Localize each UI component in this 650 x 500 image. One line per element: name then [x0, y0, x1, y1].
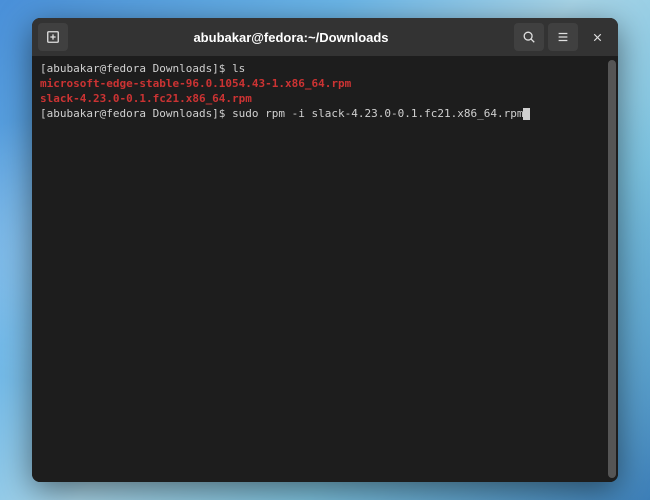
new-tab-button[interactable] — [38, 23, 68, 51]
close-button[interactable] — [582, 23, 612, 51]
search-button[interactable] — [514, 23, 544, 51]
command-text: sudo rpm -i slack-4.23.0-0.1.fc21.x86_64… — [232, 107, 523, 120]
command-text: ls — [232, 62, 245, 75]
menu-button[interactable] — [548, 23, 578, 51]
terminal-line: slack-4.23.0-0.1.fc21.x86_64.rpm — [40, 92, 610, 107]
cursor — [523, 108, 530, 120]
new-tab-icon — [46, 30, 60, 44]
shell-prompt: [abubakar@fedora Downloads]$ — [40, 62, 232, 75]
hamburger-icon — [556, 30, 570, 44]
file-listing: microsoft-edge-stable-96.0.1054.43-1.x86… — [40, 77, 351, 90]
terminal-line: [abubakar@fedora Downloads]$ ls — [40, 62, 610, 77]
terminal-line: microsoft-edge-stable-96.0.1054.43-1.x86… — [40, 77, 610, 92]
shell-prompt: [abubakar@fedora Downloads]$ — [40, 107, 232, 120]
terminal-line: [abubakar@fedora Downloads]$ sudo rpm -i… — [40, 107, 610, 122]
file-listing: slack-4.23.0-0.1.fc21.x86_64.rpm — [40, 92, 252, 105]
terminal-window: abubakar@fedora:~/Downloads — [32, 18, 618, 482]
terminal-body[interactable]: [abubakar@fedora Downloads]$ ls microsof… — [32, 56, 618, 482]
search-icon — [522, 30, 536, 44]
titlebar: abubakar@fedora:~/Downloads — [32, 18, 618, 56]
close-icon — [591, 31, 604, 44]
window-title: abubakar@fedora:~/Downloads — [72, 30, 510, 45]
titlebar-controls — [514, 23, 612, 51]
scrollbar[interactable] — [608, 60, 616, 478]
